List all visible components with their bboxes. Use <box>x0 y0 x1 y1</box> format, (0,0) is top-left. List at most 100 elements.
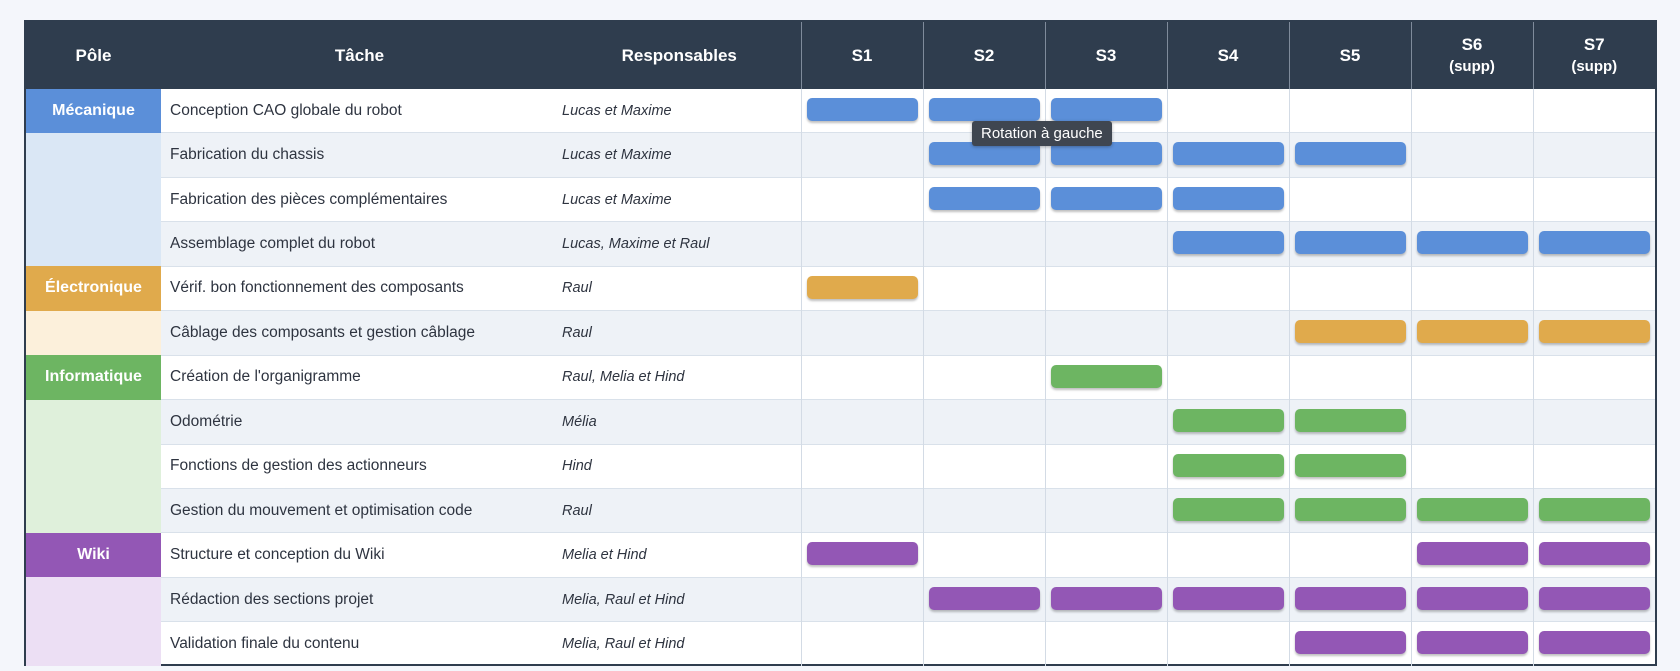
gantt-bar[interactable] <box>1172 586 1284 610</box>
week-cell <box>800 576 923 622</box>
week-cell <box>1410 487 1533 533</box>
week-cell <box>922 576 1045 622</box>
gantt-bar[interactable] <box>806 542 918 566</box>
gantt-bar[interactable] <box>1294 409 1406 433</box>
header-week: S7 (supp) <box>1532 22 1655 89</box>
gantt-bar[interactable] <box>1416 320 1528 344</box>
header-week: S2 <box>922 22 1045 89</box>
gantt-bar[interactable] <box>1050 586 1162 610</box>
gantt-bar[interactable] <box>1172 453 1284 477</box>
header-week: S6 (supp) <box>1410 22 1533 89</box>
week-cell <box>1410 399 1533 444</box>
gantt-bar[interactable] <box>1538 542 1650 566</box>
week-label: S4 <box>1217 45 1239 65</box>
week-cell <box>1288 176 1411 222</box>
gantt-bar[interactable] <box>1538 497 1650 521</box>
task-row: Fabrication du chassis Lucas et Maxime <box>26 132 1655 178</box>
gantt-bar[interactable] <box>1172 497 1284 521</box>
gantt-bar[interactable] <box>1294 497 1406 521</box>
week-cell <box>1166 89 1289 133</box>
week-cell <box>1044 354 1167 400</box>
task-name: Rédaction des sections projet <box>161 576 558 622</box>
gantt-bar[interactable] <box>1050 186 1162 210</box>
week-label: S2 <box>973 45 995 65</box>
task-row: Informatique Création de l'organigramme Ra… <box>26 354 1655 400</box>
gantt-bar[interactable] <box>806 275 918 299</box>
week-cell <box>800 310 923 356</box>
gantt-bar[interactable] <box>1294 142 1406 166</box>
task-responsables: Hind <box>558 443 801 489</box>
week-cell <box>1044 443 1167 489</box>
task-name: Structure et conception du Wiki <box>161 532 558 578</box>
gantt-bar[interactable] <box>1416 586 1528 610</box>
gantt-bar[interactable] <box>1538 586 1650 610</box>
gantt-bar[interactable] <box>928 186 1040 210</box>
week-cell <box>800 532 923 578</box>
week-cell <box>922 310 1045 356</box>
pole-cell <box>26 310 161 356</box>
week-cell <box>800 132 923 178</box>
week-cell <box>1532 132 1655 178</box>
gantt-bar[interactable] <box>1416 497 1528 521</box>
week-cell <box>800 487 923 533</box>
week-cell <box>800 354 923 400</box>
week-cell <box>1288 487 1411 533</box>
week-cell <box>1410 621 1533 666</box>
week-cell <box>1044 532 1167 578</box>
gantt-bar[interactable] <box>1538 320 1650 344</box>
week-cell <box>1532 265 1655 311</box>
week-sub-label: (supp) <box>1571 57 1618 75</box>
week-cell <box>1166 399 1289 444</box>
task-responsables: Lucas et Maxime <box>558 176 801 222</box>
week-label: S6 <box>1461 34 1483 54</box>
task-responsables: Raul <box>558 265 801 311</box>
task-name: Gestion du mouvement et optimisation cod… <box>161 487 558 533</box>
gantt-bar[interactable] <box>1294 453 1406 477</box>
gantt-table: Pôle Tâche Responsables S1 S2 S3 S4 S5 S… <box>26 22 1655 666</box>
week-cell <box>1288 265 1411 311</box>
pole-cell <box>26 399 161 444</box>
pole-cell <box>26 221 161 267</box>
gantt-bar[interactable] <box>1416 542 1528 566</box>
task-row: Odométrie Mélia <box>26 399 1655 444</box>
header-tache: Tâche <box>161 22 558 89</box>
gantt-bar[interactable] <box>1416 231 1528 255</box>
gantt-bar[interactable] <box>1050 364 1162 388</box>
task-responsables: Melia, Raul et Hind <box>558 621 801 666</box>
gantt-bar[interactable] <box>1172 231 1284 255</box>
week-cell <box>800 443 923 489</box>
gantt-bar[interactable] <box>1172 409 1284 433</box>
task-responsables: Lucas, Maxime et Raul <box>558 221 801 267</box>
gantt-bar[interactable] <box>928 586 1040 610</box>
week-cell <box>1044 399 1167 444</box>
gantt-bar[interactable] <box>1294 320 1406 344</box>
gantt-bar[interactable] <box>806 98 918 121</box>
task-row: Câblage des composants et gestion câblag… <box>26 310 1655 356</box>
gantt-bar[interactable] <box>1416 631 1528 655</box>
gantt-bar[interactable] <box>1538 631 1650 655</box>
gantt-bar[interactable] <box>1294 586 1406 610</box>
week-cell <box>1410 443 1533 489</box>
gantt-bar[interactable] <box>1538 231 1650 255</box>
week-cell <box>800 621 923 666</box>
week-label: S1 <box>851 45 873 65</box>
gantt-bar[interactable] <box>1294 631 1406 655</box>
task-name: Fabrication du chassis <box>161 132 558 178</box>
gantt-bar[interactable] <box>1294 231 1406 255</box>
pole-label: Informatique <box>26 355 161 400</box>
gantt-bar[interactable] <box>1172 186 1284 210</box>
task-name: Conception CAO globale du robot <box>170 101 402 119</box>
task-name: Odométrie <box>161 399 558 444</box>
gantt-bar[interactable] <box>1172 142 1284 166</box>
gantt-bar[interactable] <box>1050 98 1162 121</box>
week-cell <box>1532 399 1655 444</box>
pole-label: Wiki <box>26 532 161 578</box>
gantt-bar[interactable] <box>928 98 1040 121</box>
week-cell <box>1532 176 1655 222</box>
week-cell <box>1410 310 1533 356</box>
task-row: Gestion du mouvement et optimisation cod… <box>26 487 1655 533</box>
task-name: Fonctions de gestion des actionneurs <box>161 443 558 489</box>
header-pole: Pôle <box>26 22 161 89</box>
pole-cell <box>26 132 161 178</box>
task-name: Fabrication des pièces complémentaires <box>161 176 558 222</box>
